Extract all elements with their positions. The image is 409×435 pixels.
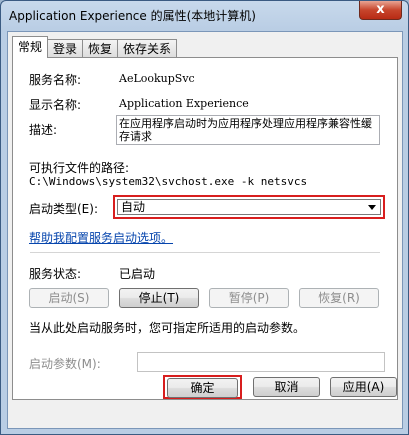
start-button[interactable]: 启动(S): [29, 288, 109, 308]
close-button[interactable]: x: [359, 1, 402, 20]
startup-type-value: 自动: [121, 200, 146, 214]
startup-type-highlight: 自动: [113, 195, 385, 219]
properties-window: Application Experience 的属性(本地计算机) x 常规 登…: [0, 0, 409, 435]
start-params-label: 启动参数(M):: [29, 357, 101, 371]
service-name-label: 服务名称:: [29, 73, 82, 87]
description-textbox[interactable]: 在应用程序启动时为应用程序处理应用程序兼容性缓存请求: [116, 115, 380, 145]
start-params-input[interactable]: [137, 352, 385, 372]
startup-type-select[interactable]: 自动: [117, 199, 381, 215]
service-name-value: AeLookupSvc: [119, 72, 195, 85]
title-bar[interactable]: Application Experience 的属性(本地计算机) x: [1, 1, 408, 31]
divider: [30, 252, 380, 253]
description-label: 描述:: [29, 123, 58, 137]
apply-button[interactable]: 应用(A): [330, 377, 397, 397]
tab-general[interactable]: 常规: [12, 36, 49, 58]
startup-type-label: 启动类型(E):: [29, 202, 98, 216]
stop-button[interactable]: 停止(T): [119, 288, 199, 308]
help-configure-link[interactable]: 帮助我配置服务启动选项。: [29, 229, 173, 246]
tab-dependencies[interactable]: 依存关系: [117, 39, 178, 58]
window-title: Application Experience 的属性(本地计算机): [9, 9, 256, 23]
tab-strip: 常规 登录 恢复 依存关系: [12, 36, 178, 58]
general-tab-panel: 服务名称: AeLookupSvc 显示名称: Application Expe…: [12, 57, 398, 400]
dialog-client-area: 常规 登录 恢复 依存关系 服务名称: AeLookupSvc 显示名称: Ap…: [7, 31, 403, 429]
ok-button-highlight: 确定: [163, 375, 242, 399]
exe-path-label: 可执行文件的路径:: [29, 161, 130, 175]
exe-path-value: C:\Windows\system32\svchost.exe -k netsv…: [29, 175, 308, 188]
tab-recovery[interactable]: 恢复: [82, 39, 119, 58]
chevron-down-icon: [368, 205, 376, 210]
tab-logon[interactable]: 登录: [47, 39, 84, 58]
ok-button[interactable]: 确定: [167, 378, 238, 398]
service-status-label: 服务状态:: [29, 267, 82, 281]
cancel-button[interactable]: 取消: [253, 377, 320, 397]
service-status-value: 已启动: [119, 267, 156, 281]
display-name-value: Application Experience: [119, 97, 249, 110]
start-params-note: 当从此处启动服务时，您可指定所适用的启动参数。: [29, 321, 306, 335]
display-name-label: 显示名称:: [29, 98, 82, 112]
resume-button[interactable]: 恢复(R): [299, 288, 379, 308]
pause-button[interactable]: 暂停(P): [209, 288, 289, 308]
description-text: 在应用程序启动时为应用程序处理应用程序兼容性缓存请求: [119, 117, 372, 143]
